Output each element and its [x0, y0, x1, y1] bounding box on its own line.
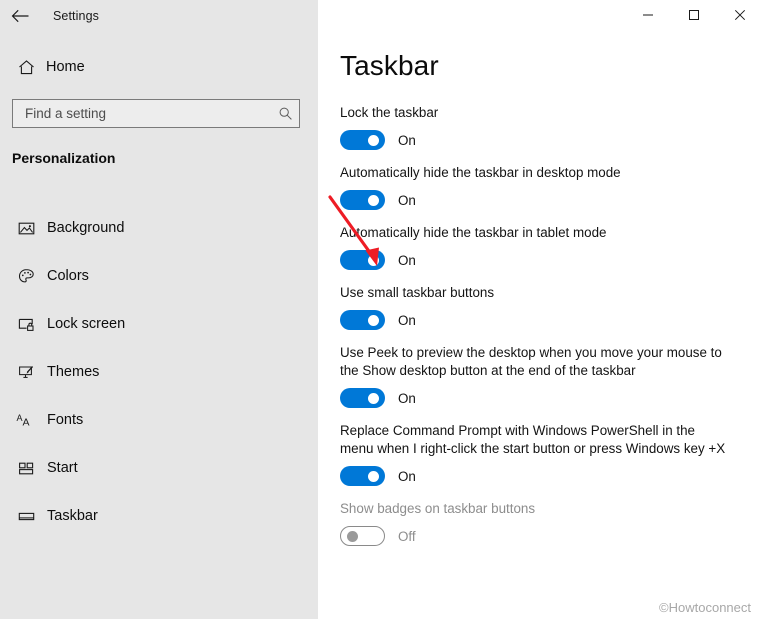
sidebar-section-title: Personalization — [12, 150, 116, 166]
fonts-aa-icon: A A — [9, 412, 43, 429]
setting-auto-hide-desktop-mode: Automatically hide the taskbar in deskto… — [340, 164, 740, 210]
title-bar-left: Settings — [0, 0, 318, 32]
page-title: Taskbar — [340, 50, 439, 81]
palette-icon — [9, 268, 43, 285]
toggle-lock-the-taskbar[interactable] — [340, 130, 385, 150]
lock-screen-icon — [9, 316, 43, 333]
sidebar: Home Personalization Background — [0, 0, 318, 619]
start-tiles-icon — [9, 460, 43, 477]
setting-label: Automatically hide the taskbar in deskto… — [340, 165, 621, 180]
sidebar-item-label: Lock screen — [47, 316, 126, 332]
setting-label: Automatically hide the taskbar in tablet… — [340, 225, 607, 240]
sidebar-nav-list: Background Colors Lock screen Themes A A… — [0, 204, 318, 540]
sidebar-item-themes[interactable]: Themes — [0, 348, 318, 396]
sidebar-item-label: Background — [47, 220, 125, 236]
toggle-state-label: On — [398, 468, 416, 484]
search-input[interactable] — [13, 100, 271, 127]
toggle-state-label: On — [398, 252, 416, 268]
setting-label: Use Peek to preview the desktop when you… — [340, 345, 722, 378]
toggle-replace-command-prompt[interactable] — [340, 466, 385, 486]
toggle-show-badges — [340, 526, 385, 546]
setting-label: Use small taskbar buttons — [340, 285, 495, 300]
toggle-auto-hide-desktop-mode[interactable] — [340, 190, 385, 210]
setting-auto-hide-tablet-mode: Automatically hide the taskbar in tablet… — [340, 224, 740, 270]
setting-show-badges: Show badges on taskbar buttons Off — [340, 500, 740, 546]
title-bar-right — [318, 0, 763, 32]
toggle-state-label: On — [398, 312, 416, 328]
close-button[interactable] — [717, 0, 763, 30]
search-icon[interactable] — [271, 106, 299, 121]
sidebar-item-background[interactable]: Background — [0, 204, 318, 252]
toggle-state-label: On — [398, 132, 416, 148]
maximize-icon — [689, 10, 699, 20]
sidebar-item-label: Colors — [47, 268, 89, 284]
sidebar-item-taskbar[interactable]: Taskbar — [0, 492, 318, 540]
sidebar-item-start[interactable]: Start — [0, 444, 318, 492]
setting-label: Show badges on taskbar buttons — [340, 501, 536, 516]
app-title: Settings — [53, 9, 99, 23]
setting-small-taskbar-buttons: Use small taskbar buttons On — [340, 284, 740, 330]
sidebar-item-colors[interactable]: Colors — [0, 252, 318, 300]
toggle-auto-hide-tablet-mode[interactable] — [340, 250, 385, 270]
toggle-row: On — [340, 388, 740, 408]
setting-lock-the-taskbar: Lock the taskbar On — [340, 104, 740, 150]
themes-brush-icon — [9, 364, 43, 381]
sidebar-item-label: Themes — [47, 364, 100, 380]
sidebar-item-lock-screen[interactable]: Lock screen — [0, 300, 318, 348]
toggle-row: On — [340, 190, 740, 210]
setting-label: Lock the taskbar — [340, 105, 439, 120]
back-button[interactable] — [0, 0, 40, 32]
setting-use-peek: Use Peek to preview the desktop when you… — [340, 344, 740, 408]
taskbar-settings-list: Lock the taskbar On Automatically hide t… — [340, 104, 740, 560]
taskbar-icon — [9, 508, 43, 525]
window-controls — [625, 0, 763, 30]
watermark: ©Howtoconnect — [659, 600, 751, 615]
title-bar: Settings — [0, 0, 763, 32]
toggle-row: On — [340, 310, 740, 330]
svg-text:A: A — [23, 416, 30, 428]
sidebar-home-label: Home — [46, 59, 85, 75]
toggle-state-label: On — [398, 192, 416, 208]
close-icon — [734, 9, 746, 21]
toggle-small-taskbar-buttons[interactable] — [340, 310, 385, 330]
home-icon — [9, 59, 43, 76]
setting-label: Replace Command Prompt with Windows Powe… — [340, 423, 726, 456]
toggle-row: On — [340, 130, 740, 150]
picture-icon — [9, 220, 43, 237]
sidebar-item-fonts[interactable]: A A Fonts — [0, 396, 318, 444]
toggle-row: On — [340, 466, 740, 486]
setting-replace-command-prompt: Replace Command Prompt with Windows Powe… — [340, 422, 740, 486]
sidebar-item-label: Start — [47, 460, 78, 476]
sidebar-item-label: Taskbar — [47, 508, 98, 524]
sidebar-item-home[interactable]: Home — [0, 53, 318, 81]
toggle-state-label: On — [398, 390, 416, 406]
minimize-button[interactable] — [625, 0, 671, 30]
sidebar-item-label: Fonts — [47, 412, 84, 428]
main-content: Taskbar Lock the taskbar On Automaticall… — [318, 0, 763, 619]
toggle-state-label: Off — [398, 528, 416, 544]
toggle-row: Off — [340, 526, 740, 546]
toggle-use-peek[interactable] — [340, 388, 385, 408]
search-setting-box[interactable] — [12, 99, 300, 128]
maximize-button[interactable] — [671, 0, 717, 30]
toggle-row: On — [340, 250, 740, 270]
minimize-icon — [643, 14, 653, 16]
